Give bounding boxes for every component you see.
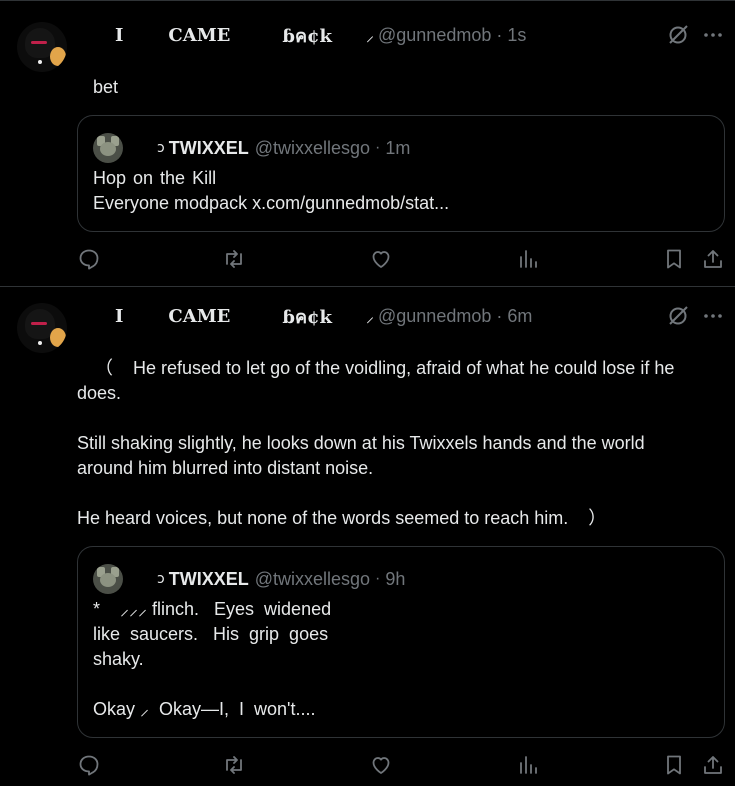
text-line: （ He refused to let go of the voidling, … xyxy=(95,358,675,378)
post[interactable]: I CAME ɓค¢k ⸝ @gunnedmob · 6m （ He refus… xyxy=(0,286,735,786)
text-line: Still shaking slightly, he looks down at… xyxy=(77,433,645,453)
repost-icon[interactable] xyxy=(222,753,246,777)
more-icon[interactable] xyxy=(702,24,724,46)
quote-line: like saucers. His grip goes xyxy=(93,624,329,644)
display-name-part[interactable]: ɓค¢k xyxy=(282,21,332,50)
text-line: around him blurred into distant noise. xyxy=(77,458,374,478)
bookmark-icon[interactable] xyxy=(662,247,686,271)
quote-line: * ⸝⸝⸝ flinch. Eyes widened xyxy=(93,599,332,619)
text-line: does. xyxy=(77,383,122,403)
separator-dot: · xyxy=(375,570,381,587)
display-name-part[interactable]: I xyxy=(115,306,123,327)
more-icon[interactable] xyxy=(702,305,724,327)
display-name-part[interactable]: CAME xyxy=(168,306,230,327)
grok-icon[interactable] xyxy=(666,304,690,328)
quote-line: shaky. xyxy=(93,649,144,669)
quote-header: ɔ TWIXXEL @twixxellesgo · 9h xyxy=(93,562,405,596)
quote-author-handle: @twixxellesgo xyxy=(254,568,371,589)
author-handle[interactable]: @gunnedmob xyxy=(378,306,491,327)
post-time[interactable]: 6m xyxy=(507,306,532,327)
reply-icon[interactable] xyxy=(77,753,101,777)
repost-icon[interactable] xyxy=(222,247,246,271)
separator-dot: · xyxy=(496,24,503,45)
display-name-mark: ɔ xyxy=(157,571,165,587)
views-icon[interactable] xyxy=(516,753,540,777)
post-header: I CAME ɓค¢k ⸝ @gunnedmob · 1s xyxy=(85,23,526,47)
grok-icon[interactable] xyxy=(666,23,690,47)
post-text: （ He refused to let go of the voidling, … xyxy=(77,356,717,531)
quote-time: 9h xyxy=(385,568,406,589)
author-avatar[interactable] xyxy=(17,22,67,72)
quote-time: 1m xyxy=(385,137,411,158)
post-header: I CAME ɓค¢k ⸝ @gunnedmob · 6m xyxy=(85,304,532,328)
quote-author-name: TWIXXEL xyxy=(168,137,249,158)
quote-line: Hop on the Kill xyxy=(93,168,217,188)
quote-line: Everyone modpack x.com/gunnedmob/stat... xyxy=(93,193,450,213)
bookmark-icon[interactable] xyxy=(662,753,686,777)
share-icon[interactable] xyxy=(701,247,725,271)
quoted-post[interactable]: ɔ TWIXXEL @twixxellesgo · 1m Hop on the … xyxy=(77,115,725,232)
quote-author-name: TWIXXEL xyxy=(168,568,249,589)
views-icon[interactable] xyxy=(516,247,540,271)
quoted-post[interactable]: ɔ TWIXXEL @twixxellesgo · 9h * ⸝⸝⸝ flinc… xyxy=(77,546,725,738)
display-name-part[interactable]: I xyxy=(115,25,123,46)
action-bar xyxy=(0,247,735,273)
post[interactable]: I CAME ɓค¢k ⸝ @gunnedmob · 1s bet ɔ TWIX… xyxy=(0,0,735,286)
like-icon[interactable] xyxy=(369,247,393,271)
reply-icon[interactable] xyxy=(77,247,101,271)
display-name-part[interactable]: ⸝ xyxy=(366,24,374,46)
author-avatar[interactable] xyxy=(17,303,67,353)
quote-author-avatar xyxy=(93,564,123,594)
display-name-part[interactable]: ⸝ xyxy=(366,305,374,327)
share-icon[interactable] xyxy=(701,753,725,777)
separator-dot: · xyxy=(375,139,381,156)
quote-author-avatar xyxy=(93,133,123,163)
quote-header: ɔ TWIXXEL @twixxellesgo · 1m xyxy=(93,131,410,165)
separator-dot: · xyxy=(496,305,503,326)
action-bar xyxy=(0,753,735,779)
author-handle[interactable]: @gunnedmob xyxy=(378,25,491,46)
display-name-mark: ɔ xyxy=(157,140,165,156)
post-text: bet xyxy=(93,77,119,97)
quote-line: Okay ⸝ Okay—I, I won't.... xyxy=(93,699,316,719)
like-icon[interactable] xyxy=(369,753,393,777)
display-name-part[interactable]: ɓค¢k xyxy=(282,302,332,331)
display-name-part[interactable]: CAME xyxy=(168,25,230,46)
quote-author-handle: @twixxellesgo xyxy=(254,137,371,158)
text-line: He heard voices, but none of the words s… xyxy=(77,508,607,528)
post-time[interactable]: 1s xyxy=(507,25,526,46)
